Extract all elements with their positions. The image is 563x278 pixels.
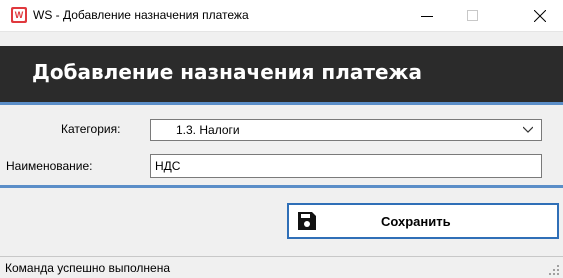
name-input[interactable]: НДС xyxy=(150,154,542,178)
header-divider xyxy=(0,102,563,105)
status-bar: Команда успешно выполнена xyxy=(0,256,563,278)
app-icon[interactable]: W xyxy=(11,7,27,23)
app-icon-letter: W xyxy=(13,9,25,21)
header-banner: Добавление назначения платежа xyxy=(0,46,563,102)
minimize-icon xyxy=(421,16,433,17)
form-divider xyxy=(0,185,563,188)
category-select[interactable]: 1.3. Налоги xyxy=(150,119,542,141)
name-input-value: НДС xyxy=(155,159,181,173)
chevron-down-icon xyxy=(523,126,533,133)
save-button[interactable]: Сохранить xyxy=(287,203,559,239)
category-label: Категория: xyxy=(61,122,121,136)
status-text: Команда успешно выполнена xyxy=(5,261,171,275)
page-title: Добавление назначения платежа xyxy=(32,60,422,84)
resize-grip-icon[interactable] xyxy=(549,265,559,275)
floppy-disk-icon xyxy=(298,212,316,230)
dialog-window: W WS - Добавление назначения платежа Доб… xyxy=(0,0,563,278)
close-icon xyxy=(534,10,546,22)
minimize-button[interactable] xyxy=(404,0,450,31)
title-bar[interactable]: W WS - Добавление назначения платежа xyxy=(0,0,563,32)
name-label: Наименование: xyxy=(6,159,93,173)
window-title: WS - Добавление назначения платежа xyxy=(33,8,249,22)
maximize-icon xyxy=(467,10,478,21)
maximize-button[interactable] xyxy=(450,0,496,31)
close-button[interactable] xyxy=(517,0,563,31)
category-select-value: 1.3. Налоги xyxy=(176,123,240,137)
save-button-label: Сохранить xyxy=(381,214,451,229)
